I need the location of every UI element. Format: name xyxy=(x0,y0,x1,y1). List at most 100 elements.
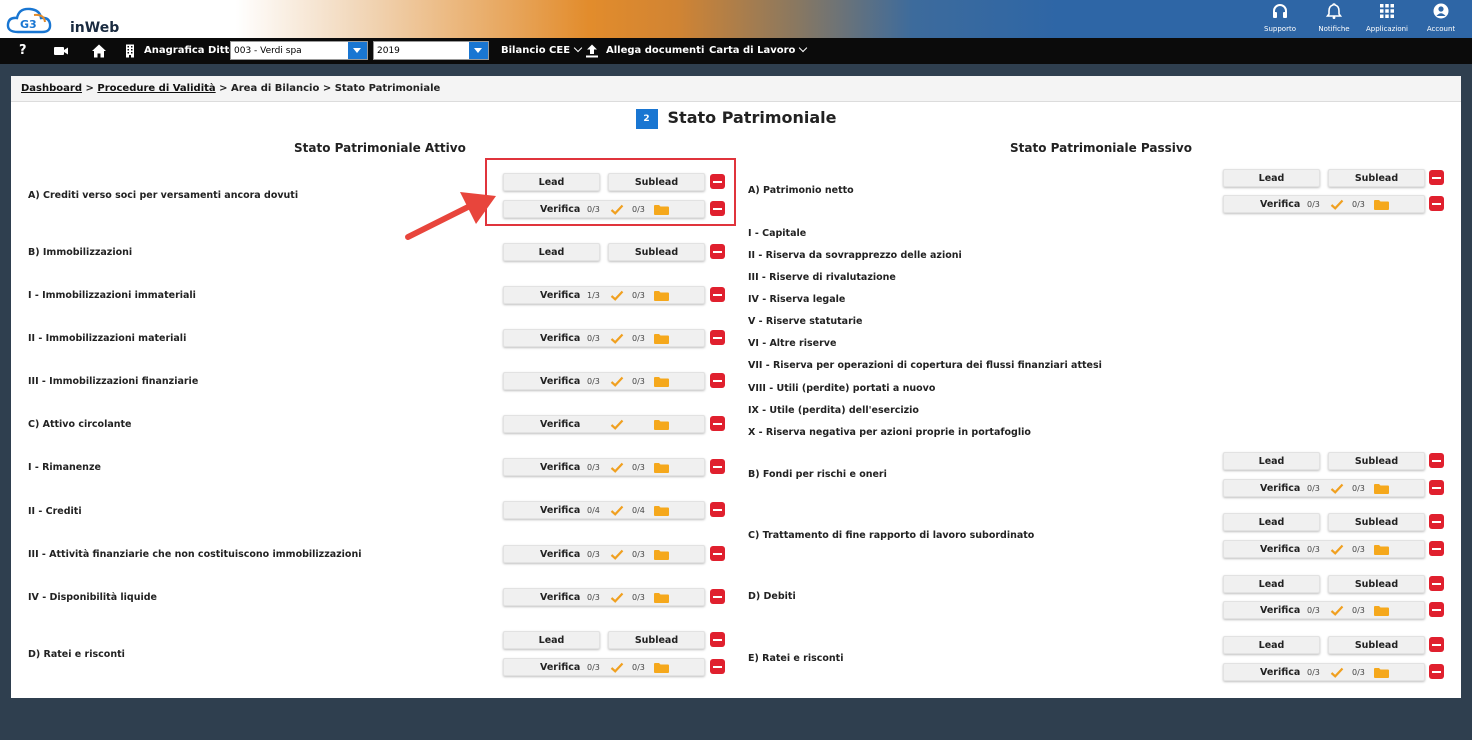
remove-button[interactable] xyxy=(1429,541,1444,556)
sublead-button[interactable]: Sublead xyxy=(608,631,705,649)
company-select[interactable]: 003 - Verdi spa xyxy=(230,41,368,60)
folder-icon xyxy=(654,291,669,301)
remove-button[interactable] xyxy=(710,244,725,259)
lead-button[interactable]: Lead xyxy=(1223,169,1320,187)
riserva-item: I - Capitale xyxy=(748,228,807,239)
applications-button[interactable]: Applicazioni xyxy=(1362,3,1412,33)
lead-button[interactable]: Lead xyxy=(1223,513,1320,531)
applications-label: Applicazioni xyxy=(1366,25,1408,33)
verifica-label: Verifica xyxy=(1260,605,1301,616)
sublead-button[interactable]: Sublead xyxy=(1328,575,1425,593)
sublead-button[interactable]: Sublead xyxy=(1328,452,1425,470)
remove-button[interactable] xyxy=(1429,170,1444,185)
verifica-button[interactable]: Verifica 0/4 0/4 xyxy=(503,501,705,519)
verifica-label: Verifica xyxy=(1260,483,1301,494)
chevron-down-icon xyxy=(573,43,583,53)
verifica-button[interactable]: Verifica 0/3 0/3 xyxy=(503,658,705,676)
lead-button[interactable]: Lead xyxy=(503,631,600,649)
documents-count: 0/3 xyxy=(1352,545,1365,554)
svg-text:G3: G3 xyxy=(20,18,37,31)
sublead-button[interactable]: Sublead xyxy=(1328,513,1425,531)
verifica-button[interactable]: Verifica 0/3 0/3 xyxy=(1223,601,1425,619)
remove-button[interactable] xyxy=(710,632,725,647)
verifica-button[interactable]: Verifica 1/3 0/3 xyxy=(503,286,705,304)
verifica-button[interactable]: Verifica 0/3 0/3 xyxy=(503,458,705,476)
documents-count: 0/3 xyxy=(632,291,645,300)
upload-icon[interactable] xyxy=(584,43,600,59)
verifica-button[interactable]: Verifica 0/3 0/3 xyxy=(1223,540,1425,558)
grid-icon xyxy=(1380,4,1394,18)
allega-documenti-button[interactable]: Allega documenti xyxy=(606,38,704,64)
lead-button[interactable]: Lead xyxy=(503,243,600,261)
remove-button[interactable] xyxy=(1429,602,1444,617)
notifications-button[interactable]: Notifiche xyxy=(1309,3,1359,33)
remove-button[interactable] xyxy=(710,373,725,388)
documents-count: 0/3 xyxy=(632,663,645,672)
passivo-row-label: C) Trattamento di fine rapporto di lavor… xyxy=(748,530,1035,541)
remove-button[interactable] xyxy=(710,416,725,431)
remove-button[interactable] xyxy=(710,546,725,561)
carta-di-lavoro-menu[interactable]: Carta di Lavoro xyxy=(709,38,808,64)
verifica-label: Verifica xyxy=(1260,199,1301,210)
remove-button[interactable] xyxy=(710,659,725,674)
folder-icon xyxy=(654,334,669,344)
documents-count: 0/3 xyxy=(1352,484,1365,493)
sublead-button[interactable]: Sublead xyxy=(1328,636,1425,654)
lead-button[interactable]: Lead xyxy=(1223,575,1320,593)
verifica-label: Verifica xyxy=(540,549,581,560)
verifica-label: Verifica xyxy=(540,505,581,516)
verifica-label: Verifica xyxy=(540,376,581,387)
verifica-button[interactable]: Verifica 0/3 0/3 xyxy=(503,545,705,563)
verifica-label: Verifica xyxy=(1260,544,1301,555)
remove-button[interactable] xyxy=(710,589,725,604)
verifica-button[interactable]: Verifica xyxy=(503,415,705,433)
remove-button[interactable] xyxy=(710,287,725,302)
remove-button[interactable] xyxy=(1429,576,1444,591)
breadcrumb-procedure-link[interactable]: Procedure di Validità xyxy=(97,83,215,94)
passivo-row-label: A) Patrimonio netto xyxy=(748,185,854,196)
documents-count: 0/3 xyxy=(632,377,645,386)
verifica-button[interactable]: Verifica 0/3 0/3 xyxy=(1223,663,1425,681)
video-camera-icon[interactable] xyxy=(53,43,69,59)
year-select[interactable]: 2019 xyxy=(373,41,489,60)
sublead-button[interactable]: Sublead xyxy=(608,243,705,261)
bilancio-cee-menu[interactable]: Bilancio CEE xyxy=(501,38,583,64)
verifica-button[interactable]: Verifica 0/3 0/3 xyxy=(503,588,705,606)
remove-button[interactable] xyxy=(710,330,725,345)
verifica-button[interactable]: Verifica 0/3 0/3 xyxy=(503,372,705,390)
folder-icon xyxy=(654,550,669,560)
verifica-button[interactable]: Verifica 0/3 0/3 xyxy=(1223,479,1425,497)
folder-icon xyxy=(654,593,669,603)
support-button[interactable]: Supporto xyxy=(1255,3,1305,33)
riserva-item: VI - Altre riserve xyxy=(748,338,837,349)
check-icon xyxy=(610,549,624,560)
verifica-button[interactable]: Verifica 0/3 0/3 xyxy=(1223,195,1425,213)
remove-button[interactable] xyxy=(1429,453,1444,468)
remove-button[interactable] xyxy=(1429,196,1444,211)
remove-button[interactable] xyxy=(710,459,725,474)
home-icon[interactable] xyxy=(91,43,107,59)
attivo-row-label: II - Crediti xyxy=(28,506,82,517)
remove-button[interactable] xyxy=(1429,480,1444,495)
folder-icon xyxy=(1374,545,1389,555)
folder-icon xyxy=(654,663,669,673)
passivo-heading: Stato Patrimoniale Passivo xyxy=(1010,141,1192,155)
passivo-row-label: E) Ratei e risconti xyxy=(748,653,844,664)
remove-button[interactable] xyxy=(1429,664,1444,679)
remove-button[interactable] xyxy=(1429,514,1444,529)
chevron-down-icon[interactable] xyxy=(348,42,367,59)
sublead-button[interactable]: Sublead xyxy=(1328,169,1425,187)
verifica-button[interactable]: Verifica 0/3 0/3 xyxy=(503,329,705,347)
lead-button[interactable]: Lead xyxy=(1223,452,1320,470)
check-icon xyxy=(610,462,624,473)
breadcrumb-separator: > xyxy=(85,83,94,94)
lead-button[interactable]: Lead xyxy=(1223,636,1320,654)
breadcrumb-dashboard-link[interactable]: Dashboard xyxy=(21,83,82,94)
chevron-down-icon[interactable] xyxy=(469,42,488,59)
remove-button[interactable] xyxy=(710,502,725,517)
notifications-label: Notifiche xyxy=(1318,25,1350,33)
breadcrumb-separator: > xyxy=(219,83,228,94)
account-button[interactable]: Account xyxy=(1416,3,1466,33)
remove-button[interactable] xyxy=(1429,637,1444,652)
help-button[interactable]: ? xyxy=(19,38,27,64)
